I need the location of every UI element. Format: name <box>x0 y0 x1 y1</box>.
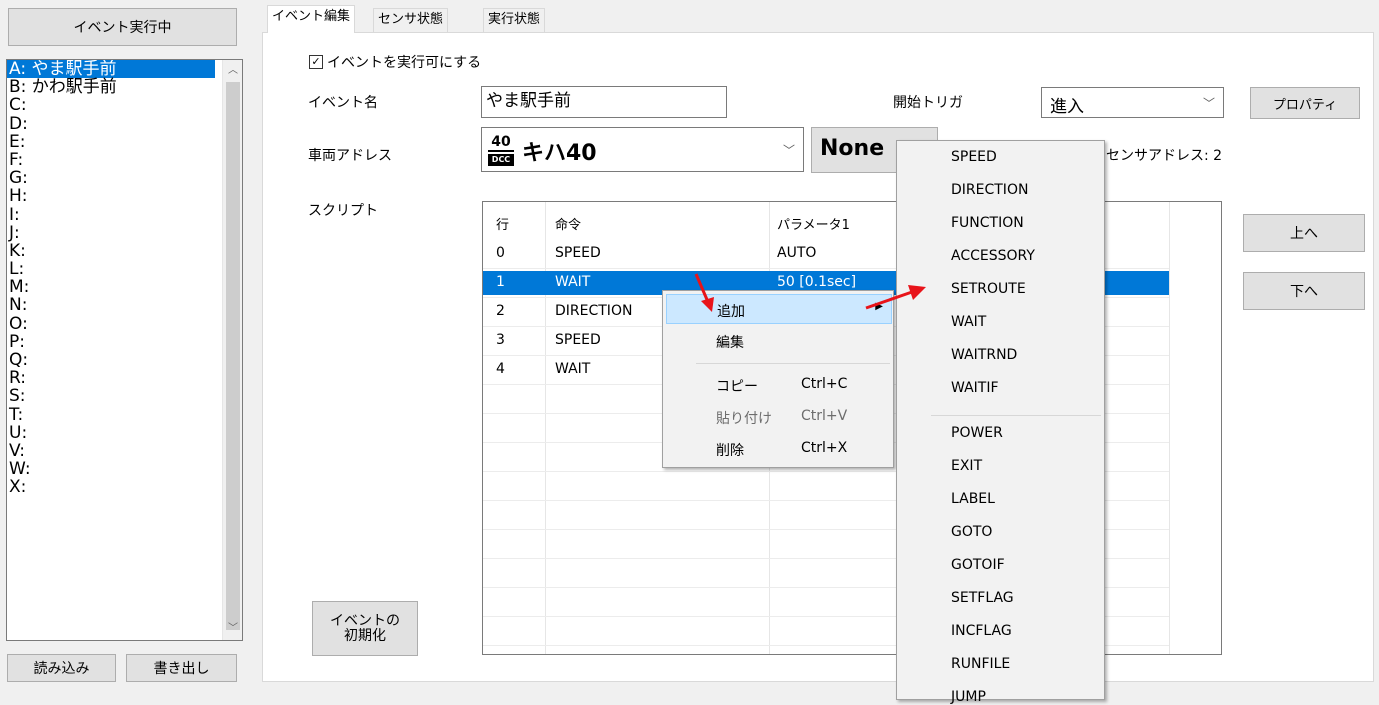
event-list-item[interactable]: M: <box>7 278 242 296</box>
script-label: スクリプト <box>308 203 378 219</box>
event-list-item[interactable]: I: <box>7 205 242 224</box>
event-list-item[interactable]: D: <box>7 114 242 133</box>
event-list-item[interactable]: W: <box>7 460 242 478</box>
event-list-item[interactable]: K: <box>7 242 242 260</box>
event-list-item[interactable]: O: <box>7 315 242 333</box>
table-cell-line: 3 <box>496 332 505 348</box>
menu-item-edit[interactable]: 編集 <box>666 326 892 356</box>
add-submenu: SPEED DIRECTION FUNCTION ACCESSORY SETROUTE W… <box>896 140 1105 705</box>
chevron-down-icon: ﹀ <box>782 143 795 157</box>
dcc-badge-icon: 40 DCC <box>488 134 514 166</box>
table-cell-p1: AUTO <box>777 245 817 261</box>
event-list-item[interactable]: Q: <box>7 351 242 369</box>
event-list-item[interactable]: J: <box>7 224 242 242</box>
tab-event-edit[interactable]: イベント編集 <box>267 5 356 33</box>
submenu-item-waitrnd[interactable]: WAITRND <box>951 347 1017 363</box>
event-list-item[interactable]: B: かわ駅手前 <box>7 78 242 96</box>
start-trigger-select[interactable]: 進入 ﹀ <box>1041 87 1224 118</box>
event-running-button[interactable]: イベント実行中 <box>8 8 237 46</box>
menu-item-paste[interactable]: 貼り付け Ctrl+V <box>666 402 892 432</box>
scroll-down-icon[interactable]: ﹀ <box>223 620 242 638</box>
start-trigger-value: 進入 <box>1050 97 1084 117</box>
header-command[interactable]: 命令 <box>555 214 581 233</box>
tab-sensor-status[interactable]: センサ状態 <box>373 8 449 32</box>
vehicle-address-label: 車両アドレス <box>308 148 392 164</box>
table-cell-cmd: DIRECTION <box>555 303 633 319</box>
submenu-item-label[interactable]: LABEL <box>951 491 995 507</box>
table-cell-line: 1 <box>496 274 505 290</box>
export-button[interactable]: 書き出し <box>126 654 237 682</box>
header-line[interactable]: 行 <box>496 214 509 233</box>
event-list-item[interactable]: R: <box>7 369 242 387</box>
submenu-item-incflag[interactable]: INCFLAG <box>951 623 1012 639</box>
chevron-down-icon: ﹀ <box>1202 96 1215 110</box>
table-cell-cmd: SPEED <box>555 332 601 348</box>
submenu-item-exit[interactable]: EXIT <box>951 458 982 474</box>
scroll-up-icon[interactable]: ︿ <box>223 62 242 80</box>
submenu-item-speed[interactable]: SPEED <box>951 149 997 165</box>
table-cell-cmd: WAIT <box>555 361 591 377</box>
submenu-item-jump[interactable]: JUMP <box>951 689 986 705</box>
enable-checkbox-label: イベントを実行可にする <box>327 55 482 71</box>
table-cell-line: 4 <box>496 361 505 377</box>
vehicle-value: キハ40 <box>522 141 597 166</box>
checkbox-checked-icon[interactable]: ✓ <box>309 55 323 69</box>
menu-item-copy[interactable]: コピー Ctrl+C <box>666 370 892 400</box>
table-cell-line: 2 <box>496 303 505 319</box>
event-list-item[interactable]: E: <box>7 133 242 151</box>
submenu-item-setflag[interactable]: SETFLAG <box>951 590 1014 606</box>
event-list-item[interactable]: N: <box>7 296 242 314</box>
sensor-address: センサアドレス: 2 <box>1106 148 1223 164</box>
menu-item-delete[interactable]: 削除 Ctrl+X <box>666 434 892 464</box>
event-list-scrollbar[interactable]: ︿ ﹀ <box>222 60 242 640</box>
submenu-item-runfile[interactable]: RUNFILE <box>951 656 1010 672</box>
submenu-item-setroute[interactable]: SETROUTE <box>951 281 1026 297</box>
submenu-item-direction[interactable]: DIRECTION <box>951 182 1028 198</box>
enable-checkbox[interactable]: ✓ イベントを実行可にする <box>309 52 481 72</box>
move-up-button[interactable]: 上へ <box>1243 214 1365 252</box>
submenu-item-waitif[interactable]: WAITIF <box>951 380 999 396</box>
load-button[interactable]: 読み込み <box>7 654 116 682</box>
submenu-item-goto[interactable]: GOTO <box>951 524 992 540</box>
event-list-item[interactable]: C: <box>7 96 242 114</box>
event-list[interactable]: A: やま駅手前 B: かわ駅手前 C: D: E: F: G: H: I: J: K: L: M: N:… <box>6 59 243 641</box>
event-list-item[interactable]: X: <box>7 478 242 496</box>
annotation-arrow-down-icon <box>694 273 714 312</box>
submenu-item-function[interactable]: FUNCTION <box>951 215 1024 231</box>
start-trigger-label: 開始トリガ <box>893 95 963 111</box>
event-list-item[interactable]: L: <box>7 260 242 278</box>
event-name-label: イベント名 <box>308 95 378 111</box>
submenu-item-power[interactable]: POWER <box>951 425 1003 441</box>
submenu-item-gotoif[interactable]: GOTOIF <box>951 557 1005 573</box>
none-value: None <box>820 136 885 161</box>
event-list-item[interactable]: T: <box>7 405 242 424</box>
table-cell-line: 0 <box>496 245 505 261</box>
annotation-arrow-right-icon <box>865 285 926 310</box>
event-list-item[interactable]: A: やま駅手前 <box>7 60 215 79</box>
event-list-item[interactable]: V: <box>7 442 242 460</box>
event-list-item[interactable]: P: <box>7 333 242 351</box>
event-list-item[interactable]: G: <box>7 169 242 187</box>
table-cell-p1: 50 [0.1sec] <box>777 274 857 290</box>
event-list-item[interactable]: H: <box>7 187 242 205</box>
submenu-item-accessory[interactable]: ACCESSORY <box>951 248 1035 264</box>
event-list-item[interactable]: U: <box>7 424 242 442</box>
property-button[interactable]: プロパティ <box>1250 87 1360 119</box>
event-list-item[interactable]: F: <box>7 151 242 169</box>
vehicle-address-select[interactable]: 40 DCC キハ40 ﹀ <box>481 127 804 172</box>
submenu-item-wait[interactable]: WAIT <box>951 314 986 330</box>
table-cell-cmd: WAIT <box>555 274 591 290</box>
scrollbar-thumb[interactable] <box>226 82 240 630</box>
header-param1[interactable]: パラメータ1 <box>777 214 850 233</box>
initialize-event-button[interactable]: イベントの 初期化 <box>312 601 418 656</box>
event-name-input[interactable]: やま駅手前 <box>481 86 727 118</box>
event-list-item[interactable]: S: <box>7 387 242 405</box>
tab-run-status[interactable]: 実行状態 <box>483 8 546 32</box>
table-cell-cmd: SPEED <box>555 245 601 261</box>
submenu-separator <box>931 415 1101 416</box>
context-menu: 追加 ▶ 編集 コピー Ctrl+C 貼り付け Ctrl+V 削除 Ctrl+X <box>662 290 894 468</box>
move-down-button[interactable]: 下へ <box>1243 272 1365 310</box>
